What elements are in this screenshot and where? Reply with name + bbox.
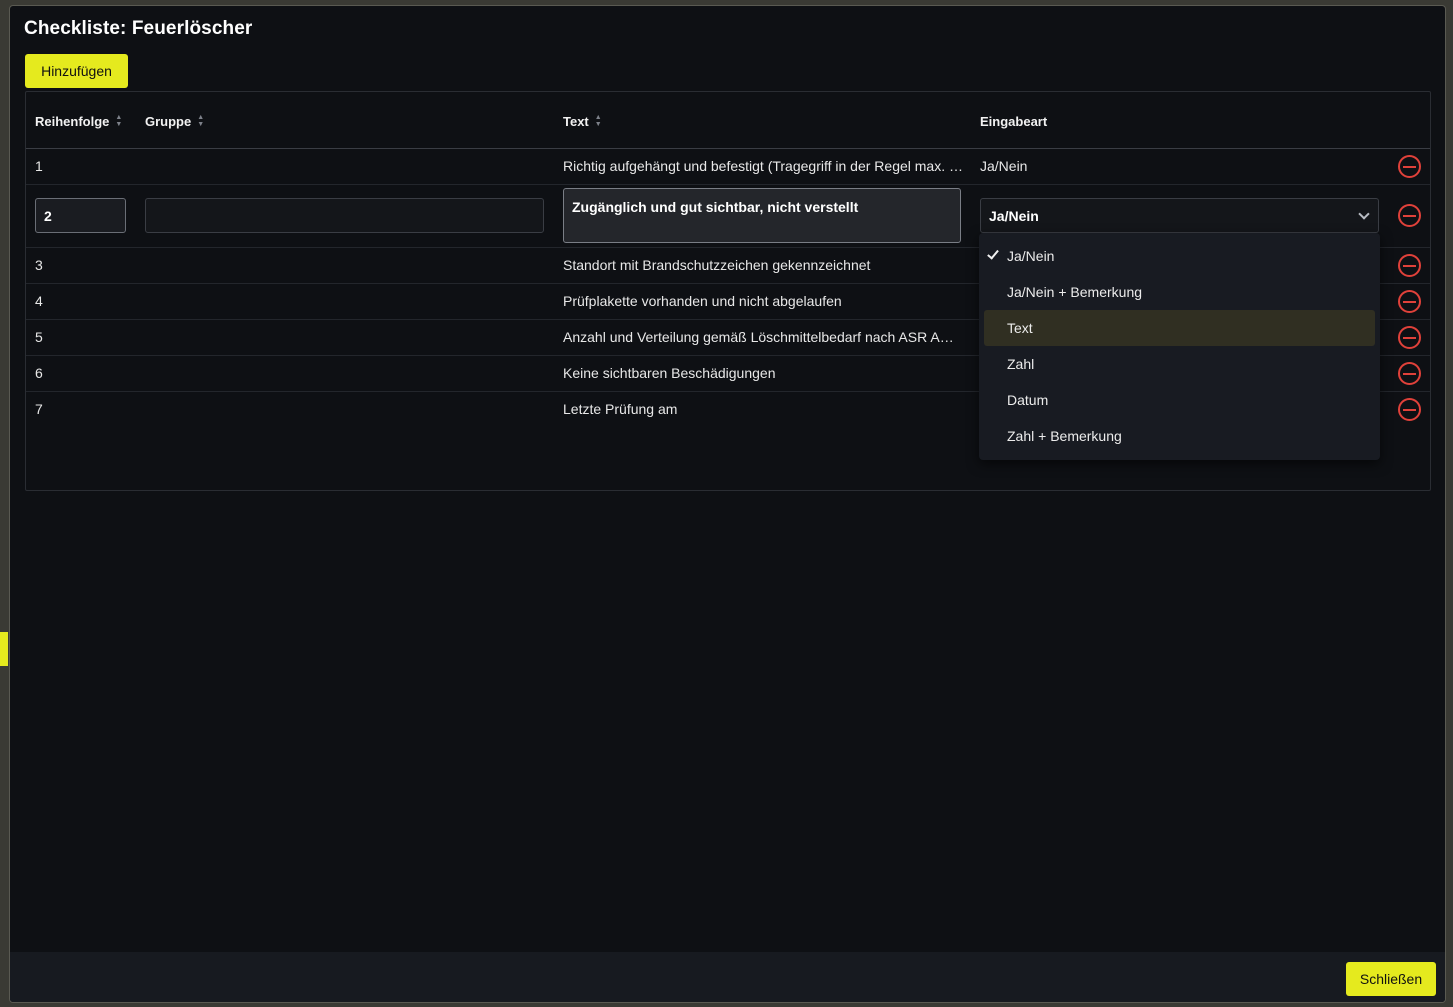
modal-title: Checkliste: Feuerlöscher [24, 18, 253, 39]
row-text: Letzte Prüfung am [563, 401, 678, 417]
row-text: Standort mit Brandschutzzeichen gekennze… [563, 257, 871, 273]
remove-circle-icon[interactable] [1398, 155, 1421, 178]
remove-circle-icon[interactable] [1398, 204, 1421, 227]
row-text: Anzahl und Verteilung gemäß Löschmittelb… [563, 329, 957, 345]
chevron-down-icon [1358, 207, 1370, 220]
option-datum[interactable]: Datum [984, 382, 1375, 418]
row-text: Prüfplakette vorhanden und nicht abgelau… [563, 293, 842, 309]
column-header-order[interactable]: Reihenfolge ▲ ▼ [35, 114, 122, 129]
remove-circle-icon[interactable] [1398, 326, 1421, 349]
close-button[interactable]: Schließen [1346, 962, 1436, 996]
row-type: Ja/Nein [980, 158, 1028, 174]
row-order: 6 [35, 365, 43, 381]
add-button[interactable]: Hinzufügen [25, 54, 128, 88]
remove-circle-icon[interactable] [1398, 362, 1421, 385]
remove-circle-icon[interactable] [1398, 398, 1421, 421]
row-order: 3 [35, 257, 43, 273]
checklist-modal: Checkliste: Feuerlöscher Hinzufügen Reih… [9, 5, 1446, 1003]
modal-footer: Schließen [10, 952, 1445, 1002]
select-value: Ja/Nein [989, 207, 1039, 224]
row-order: 5 [35, 329, 43, 345]
input-type-select[interactable]: Ja/Nein [980, 198, 1379, 233]
column-header-group[interactable]: Gruppe ▲ ▼ [145, 114, 204, 129]
table-header: Reihenfolge ▲ ▼ Gruppe ▲ ▼ Text ▲ ▼ Eingabe… [26, 92, 1430, 149]
table-row[interactable]: 1 Richtig aufgehängt und befestigt (Trag… [26, 149, 1430, 185]
check-icon [987, 247, 999, 260]
row-text: Richtig aufgehängt und befestigt (Trageg… [563, 158, 965, 174]
column-header-type: Eingabeart [980, 114, 1048, 129]
sort-icon[interactable]: ▲ ▼ [115, 114, 122, 128]
row-text: Keine sichtbaren Beschädigungen [563, 365, 776, 381]
option-ja-nein[interactable]: Ja/Nein [984, 238, 1375, 274]
option-zahl[interactable]: Zahl [984, 346, 1375, 382]
backdrop-accent [0, 632, 8, 666]
group-input[interactable] [145, 198, 544, 233]
option-zahl-bemerkung[interactable]: Zahl + Bemerkung [984, 418, 1375, 454]
order-input[interactable] [35, 198, 126, 233]
input-type-dropdown: Ja/Nein Ja/Nein + Bemerkung Text Zahl Da… [979, 233, 1380, 460]
option-text[interactable]: Text [984, 310, 1375, 346]
option-ja-nein-bemerkung[interactable]: Ja/Nein + Bemerkung [984, 274, 1375, 310]
sort-icon[interactable]: ▲ ▼ [197, 114, 204, 128]
text-textarea[interactable]: Zugänglich und gut sichtbar, nicht verst… [563, 188, 961, 243]
row-order: 4 [35, 293, 43, 309]
column-header-text[interactable]: Text ▲ ▼ [563, 114, 602, 129]
remove-circle-icon[interactable] [1398, 290, 1421, 313]
sort-icon[interactable]: ▲ ▼ [595, 114, 602, 128]
remove-circle-icon[interactable] [1398, 254, 1421, 277]
row-order: 1 [35, 158, 43, 174]
row-order: 7 [35, 401, 43, 417]
